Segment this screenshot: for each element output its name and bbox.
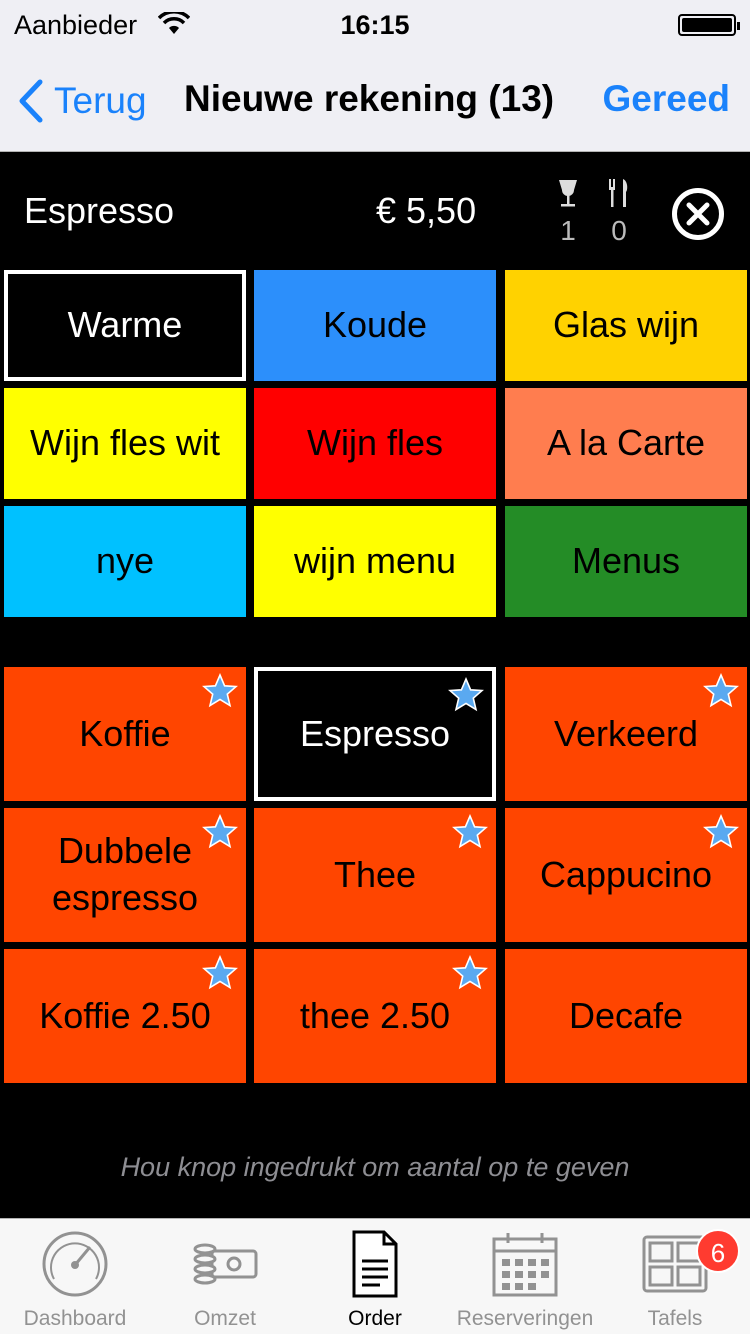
tab-order[interactable]: Order bbox=[300, 1219, 450, 1334]
product-button-decafe[interactable]: Decafe bbox=[505, 949, 747, 1083]
category-button-wijn-menu[interactable]: wijn menu bbox=[254, 506, 496, 617]
tab-label: Omzet bbox=[194, 1307, 256, 1330]
status-bar: Aanbieder 16:15 bbox=[0, 0, 750, 52]
tab-reserveringen[interactable]: Reserveringen bbox=[450, 1219, 600, 1334]
category-button-warme[interactable]: Warme bbox=[4, 270, 246, 381]
battery-icon bbox=[678, 14, 740, 36]
product-button-koffie-2-50[interactable]: Koffie 2.50 bbox=[4, 949, 246, 1083]
tab-omzet[interactable]: Omzet bbox=[150, 1219, 300, 1334]
product-label: Espresso bbox=[299, 712, 451, 754]
order-line: Espresso € 5,50 1 0 bbox=[0, 152, 750, 270]
product-button-thee[interactable]: Thee bbox=[254, 808, 496, 942]
product-button-dubbele-espresso[interactable]: Dubbele espresso bbox=[4, 808, 246, 942]
favorite-star-icon bbox=[448, 676, 484, 713]
category-button-glas-wijn[interactable]: Glas wijn bbox=[505, 270, 747, 381]
category-label: A la Carte bbox=[546, 422, 706, 464]
category-label: nye bbox=[95, 540, 155, 582]
order-item-name: Espresso bbox=[24, 190, 175, 231]
product-label: Koffie bbox=[79, 712, 171, 754]
category-button-wijn-fles[interactable]: Wijn fles bbox=[254, 388, 496, 499]
tab-dashboard[interactable]: Dashboard bbox=[0, 1219, 150, 1334]
product-label: Verkeerd bbox=[553, 712, 699, 754]
done-button[interactable]: Gereed bbox=[602, 78, 730, 120]
dashboard-gauge-icon bbox=[42, 1231, 108, 1297]
top-bar: Aanbieder 16:15 Terug Nieuwe rekening (1… bbox=[0, 0, 750, 152]
category-button-a-la-carte[interactable]: A la Carte bbox=[505, 388, 747, 499]
tab-bar: Dashboard Omzet Order Reserveringen 6 Ta… bbox=[0, 1218, 750, 1334]
wine-glass-icon bbox=[559, 180, 577, 207]
favorite-star-icon bbox=[202, 813, 238, 850]
fork-knife-icon bbox=[609, 179, 628, 207]
close-circle-button[interactable] bbox=[672, 188, 724, 240]
favorite-star-icon bbox=[202, 672, 238, 709]
tab-label: Dashboard bbox=[23, 1307, 127, 1330]
product-button-verkeerd[interactable]: Verkeerd bbox=[505, 667, 747, 801]
category-label: Warme bbox=[67, 304, 183, 346]
category-button-nye[interactable]: nye bbox=[4, 506, 246, 617]
category-button-koude[interactable]: Koude bbox=[254, 270, 496, 381]
product-label: Dubbele espresso bbox=[51, 830, 199, 918]
category-button-menus[interactable]: Menus bbox=[505, 506, 747, 617]
tab-label: Order bbox=[348, 1307, 402, 1330]
favorite-star-icon bbox=[703, 813, 739, 850]
page-title: Nieuwe rekening (13) bbox=[184, 78, 555, 119]
category-label: Wijn fles wit bbox=[29, 422, 221, 464]
product-button-cappucino[interactable]: Cappucino bbox=[505, 808, 747, 942]
drinks-counter[interactable]: 1 bbox=[553, 178, 583, 247]
document-icon bbox=[352, 1230, 398, 1298]
food-count: 0 bbox=[611, 215, 627, 246]
category-label: Wijn fles bbox=[306, 422, 444, 464]
product-label: Cappucino bbox=[539, 853, 713, 895]
favorite-star-icon bbox=[452, 954, 488, 991]
product-label: Thee bbox=[333, 853, 417, 895]
category-button-wijn-fles-wit[interactable]: Wijn fles wit bbox=[4, 388, 246, 499]
favorite-star-icon bbox=[202, 954, 238, 991]
back-label: Terug bbox=[54, 80, 147, 121]
tafels-badge: 6 bbox=[696, 1229, 740, 1273]
product-label: Decafe bbox=[568, 994, 684, 1036]
category-label: Koude bbox=[322, 304, 428, 346]
tab-tafels[interactable]: 6 Tafels bbox=[600, 1219, 750, 1334]
order-item-price: € 5,50 bbox=[376, 190, 477, 231]
product-button-thee-2-50[interactable]: thee 2.50 bbox=[254, 949, 496, 1083]
favorite-star-icon bbox=[452, 813, 488, 850]
coins-banknote-icon bbox=[193, 1243, 258, 1285]
calendar-icon bbox=[492, 1233, 558, 1297]
category-label: Glas wijn bbox=[552, 304, 700, 346]
tab-label: Reserveringen bbox=[456, 1307, 594, 1330]
tab-label: Tafels bbox=[647, 1307, 703, 1330]
back-button[interactable]: Terug bbox=[18, 76, 147, 126]
product-button-espresso[interactable]: Espresso bbox=[254, 667, 496, 801]
category-label: wijn menu bbox=[293, 540, 457, 582]
favorite-star-icon bbox=[703, 672, 739, 709]
food-counter[interactable]: 0 bbox=[604, 178, 634, 247]
status-time: 16:15 bbox=[340, 10, 410, 40]
product-label: thee 2.50 bbox=[299, 994, 451, 1036]
close-icon bbox=[686, 202, 710, 226]
hint-text: Hou knop ingedrukt om aantal op te geven bbox=[120, 1152, 630, 1182]
product-label: Koffie 2.50 bbox=[39, 994, 211, 1036]
drinks-count: 1 bbox=[560, 215, 576, 246]
chevron-left-icon bbox=[19, 79, 43, 123]
category-label: Menus bbox=[571, 540, 681, 582]
product-button-koffie[interactable]: Koffie bbox=[4, 667, 246, 801]
